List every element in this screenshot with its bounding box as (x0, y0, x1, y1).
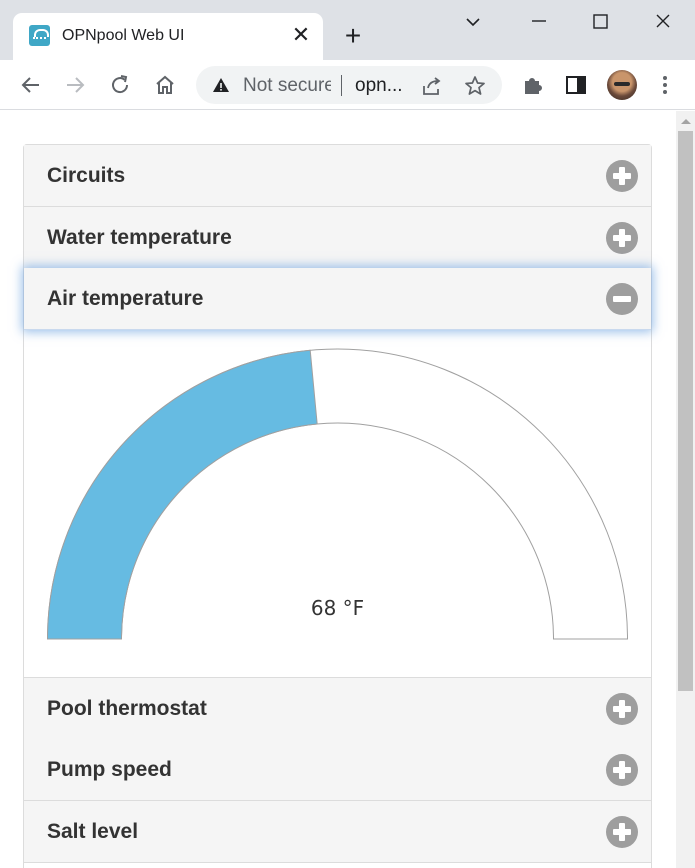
new-tab-icon[interactable]: + (338, 21, 368, 51)
accordion-title: Air temperature (47, 287, 204, 310)
bookmark-star-icon[interactable] (463, 74, 487, 98)
browser-toolbar: Not secure opn... (0, 60, 695, 110)
warning-icon[interactable] (212, 76, 230, 94)
accordion-title: Pool thermostat (47, 697, 207, 720)
maximize-icon[interactable] (586, 8, 616, 36)
gauge-value-label: 68 °F (310, 596, 365, 620)
accordion: Circuits Water temperature Air temperatu… (23, 144, 652, 868)
tab-strip: OPNpool Web UI ✕ + (0, 0, 695, 60)
accordion-title: Salt level (47, 820, 139, 843)
page-content: Circuits Water temperature Air temperatu… (0, 111, 676, 868)
forward-arrow-icon[interactable] (62, 72, 88, 98)
air-temperature-gauge (46, 348, 629, 640)
home-icon[interactable] (152, 72, 178, 98)
vertical-scrollbar[interactable] (676, 111, 695, 868)
opnpool-favicon-icon (29, 25, 50, 46)
accordion-header-water-temperature[interactable]: Water temperature (24, 207, 651, 269)
collapse-minus-icon[interactable] (606, 283, 638, 315)
scroll-thumb[interactable] (678, 131, 693, 691)
side-panel-icon[interactable] (563, 72, 589, 98)
accordion-header-salt-level[interactable]: Salt level (24, 801, 651, 863)
reload-icon[interactable] (107, 72, 133, 98)
accordion-title: Circuits (47, 164, 126, 187)
tab-close-icon[interactable]: ✕ (289, 22, 313, 48)
expand-plus-icon[interactable] (606, 754, 638, 786)
tab-search-chevron-icon[interactable] (458, 8, 488, 36)
expand-plus-icon[interactable] (606, 693, 638, 725)
more-menu-icon[interactable] (652, 72, 678, 98)
tab-title: OPNpool Web UI (62, 27, 185, 44)
accordion-title: Pump speed (47, 758, 172, 781)
minimize-icon[interactable] (524, 8, 554, 36)
address-bar[interactable]: Not secure opn... (196, 66, 502, 104)
accordion-header-pool-thermostat[interactable]: Pool thermostat (24, 678, 651, 740)
security-label[interactable]: Not secure (243, 75, 331, 97)
accordion-title: Water temperature (47, 226, 232, 249)
url-text[interactable]: opn... (355, 75, 403, 97)
profile-avatar[interactable] (607, 70, 637, 100)
window-close-icon[interactable] (648, 8, 678, 36)
accordion-header-circuits[interactable]: Circuits (24, 145, 651, 207)
back-arrow-icon[interactable] (18, 72, 44, 98)
extensions-puzzle-icon[interactable] (520, 72, 546, 98)
accordion-header-air-temperature[interactable]: Air temperature (24, 268, 651, 330)
expand-plus-icon[interactable] (606, 222, 638, 254)
accordion-header-pump-speed[interactable]: Pump speed (24, 739, 651, 801)
browser-tab[interactable]: OPNpool Web UI ✕ (13, 13, 323, 60)
address-separator (341, 75, 342, 96)
expand-plus-icon[interactable] (606, 816, 638, 848)
air-temperature-panel: 68 °F (24, 331, 651, 678)
expand-plus-icon[interactable] (606, 160, 638, 192)
scroll-up-arrow-icon[interactable] (681, 119, 691, 124)
share-icon[interactable] (420, 74, 444, 98)
